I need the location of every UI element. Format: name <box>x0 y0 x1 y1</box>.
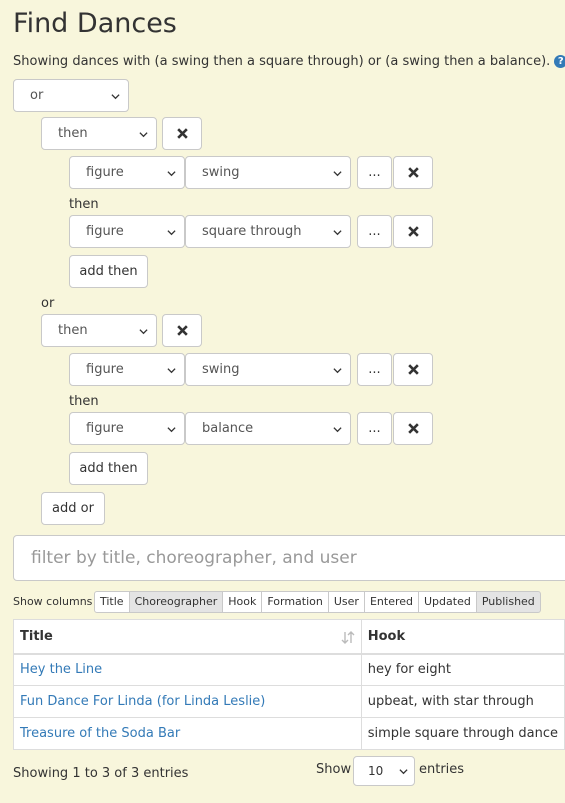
group-2-figure-1-type-select[interactable]: figure <box>69 353 185 386</box>
query-summary: Showing dances with (a swing then a squa… <box>13 54 565 69</box>
column-toggle-hook[interactable]: Hook <box>222 591 263 613</box>
table-info: Showing 1 to 3 of 3 entries <box>13 766 189 781</box>
figure-value: swing <box>202 165 240 180</box>
dance-title-link[interactable]: Hey the Line <box>20 662 102 677</box>
table-row: Treasure of the Soda Bar simple square t… <box>13 717 565 750</box>
figure-type-value: figure <box>86 224 124 239</box>
column-toggle-updated[interactable]: Updated <box>418 591 477 613</box>
query-summary-text: Showing dances with (a swing then a squa… <box>13 54 551 69</box>
group-2-figure-2-more-button[interactable]: ... <box>357 412 392 445</box>
chevron-down-icon <box>399 769 408 775</box>
root-op-value: or <box>30 88 44 103</box>
title-cell: Fun Dance For Linda (for Linda Leslie) <box>13 685 362 718</box>
group-1-figure-1-value-select[interactable]: swing <box>185 156 351 189</box>
column-header-hook[interactable]: Hook <box>360 619 565 655</box>
chevron-down-icon <box>167 171 176 177</box>
close-icon <box>408 167 419 178</box>
page-length-select[interactable]: 10 <box>353 756 415 786</box>
figure-value: balance <box>202 421 254 436</box>
chevron-down-icon <box>333 368 342 374</box>
close-icon <box>408 226 419 237</box>
chevron-down-icon <box>139 132 148 138</box>
question-circle-icon[interactable]: ? <box>554 55 565 68</box>
group-1-figure-2-more-button[interactable]: ... <box>357 215 392 248</box>
figure-type-value: figure <box>86 421 124 436</box>
column-toggle-published[interactable]: Published <box>475 591 541 613</box>
group-1-figure-1-more-button[interactable]: ... <box>357 156 392 189</box>
root-op-select[interactable]: or <box>13 79 129 112</box>
close-icon <box>408 423 419 434</box>
group-1-figure-2-remove-button[interactable] <box>393 215 433 248</box>
group-2-figure-1-more-button[interactable]: ... <box>357 353 392 386</box>
add-or-button[interactable]: add or <box>41 492 105 525</box>
title-cell: Treasure of the Soda Bar <box>13 717 362 750</box>
table-row: Fun Dance For Linda (for Linda Leslie) u… <box>13 685 565 718</box>
chevron-down-icon <box>333 171 342 177</box>
group-1-op-value: then <box>58 126 88 141</box>
hook-cell: hey for eight <box>360 653 565 686</box>
group-2-op-select[interactable]: then <box>41 314 157 347</box>
group-2-remove-button[interactable] <box>162 314 202 347</box>
figure-value: square through <box>202 224 302 239</box>
chevron-down-icon <box>333 230 342 236</box>
dances-table: Title Hook Hey the Line hey for eight Fu… <box>13 619 565 750</box>
figure-type-value: figure <box>86 165 124 180</box>
group-2-joiner-label: then <box>69 394 99 409</box>
close-icon <box>177 128 188 139</box>
group-2-add-then-button[interactable]: add then <box>69 452 148 485</box>
group-1-figure-2-value-select[interactable]: square through <box>185 215 351 248</box>
title-cell: Hey the Line <box>13 653 362 686</box>
column-toggle-title[interactable]: Title <box>94 591 130 613</box>
sort-icon <box>341 631 355 644</box>
chevron-down-icon <box>167 368 176 374</box>
close-icon <box>177 325 188 336</box>
group-2-figure-2-type-select[interactable]: figure <box>69 412 185 445</box>
table-header-row: Title Hook <box>13 619 565 655</box>
hook-cell: upbeat, with star through <box>360 685 565 718</box>
chevron-down-icon <box>111 94 120 100</box>
group-2-figure-1-value-select[interactable]: swing <box>185 353 351 386</box>
dance-title-link[interactable]: Fun Dance For Linda (for Linda Leslie) <box>20 694 265 709</box>
group-1-add-then-button[interactable]: add then <box>69 255 148 288</box>
column-header-title[interactable]: Title <box>13 619 362 655</box>
figure-value: swing <box>202 362 240 377</box>
group-joiner-label: or <box>41 296 55 311</box>
group-1-figure-2-type-select[interactable]: figure <box>69 215 185 248</box>
figure-type-value: figure <box>86 362 124 377</box>
chevron-down-icon <box>333 427 342 433</box>
close-icon <box>408 364 419 375</box>
group-2-figure-2-value-select[interactable]: balance <box>185 412 351 445</box>
group-1-joiner-label: then <box>69 197 99 212</box>
page-title: Find Dances <box>13 8 177 39</box>
chevron-down-icon <box>167 230 176 236</box>
column-header-hook-label: Hook <box>367 628 406 644</box>
dance-title-link[interactable]: Treasure of the Soda Bar <box>20 726 180 741</box>
column-toggle-entered[interactable]: Entered <box>363 591 419 613</box>
page-length-show-label: Show <box>316 762 352 777</box>
page-length-entries-label: entries <box>419 762 465 777</box>
table-row: Hey the Line hey for eight <box>13 653 565 686</box>
column-toggle-choreographer[interactable]: Choreographer <box>128 591 224 613</box>
column-header-title-label: Title <box>20 628 53 644</box>
group-1-remove-button[interactable] <box>162 117 202 150</box>
chevron-down-icon <box>139 329 148 335</box>
hook-cell: simple square through dance <box>360 717 565 750</box>
group-1-figure-1-type-select[interactable]: figure <box>69 156 185 189</box>
page-length-value: 10 <box>368 764 384 778</box>
show-columns-label: Show columns <box>13 595 93 608</box>
column-toggle-formation[interactable]: Formation <box>261 591 329 613</box>
search-input[interactable]: filter by title, choreographer, and user <box>13 535 565 581</box>
group-2-op-value: then <box>58 323 88 338</box>
column-toggle-user[interactable]: User <box>327 591 365 613</box>
group-2-figure-1-remove-button[interactable] <box>393 353 433 386</box>
chevron-down-icon <box>167 427 176 433</box>
group-1-op-select[interactable]: then <box>41 117 157 150</box>
column-toggle-group: Title Choreographer Hook Formation User … <box>94 591 541 613</box>
group-1-figure-1-remove-button[interactable] <box>393 156 433 189</box>
group-2-figure-2-remove-button[interactable] <box>393 412 433 445</box>
